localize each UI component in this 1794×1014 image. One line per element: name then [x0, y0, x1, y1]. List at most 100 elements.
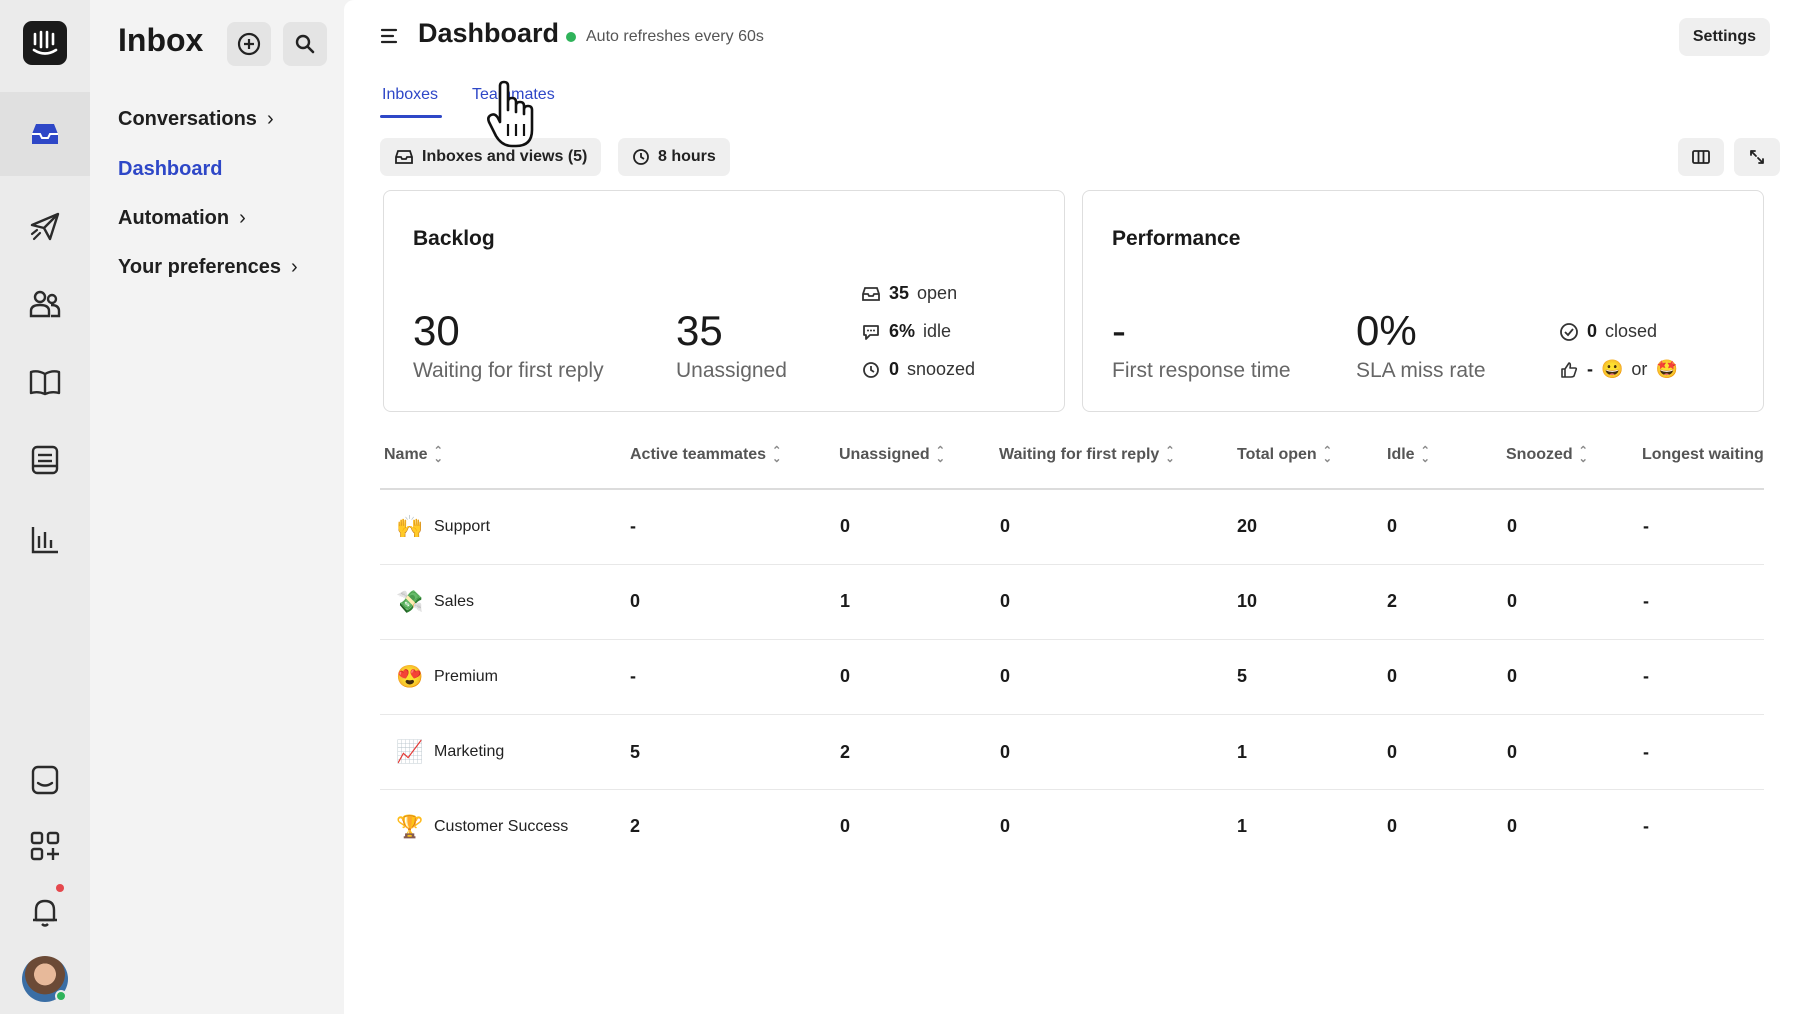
time-range-filter[interactable]: 8 hours — [618, 138, 730, 176]
notification-dot — [56, 884, 64, 892]
new-conversation-button[interactable] — [227, 22, 271, 66]
cell-longest: - — [1643, 591, 1649, 611]
table-row[interactable]: 😍 Premium — [396, 664, 498, 690]
online-status-dot — [55, 990, 67, 1002]
page-title: Dashboard — [418, 18, 560, 48]
chevron-right-icon: › — [291, 256, 298, 278]
col-header-waiting[interactable]: Waiting for first reply ⌃ ⌄ — [999, 445, 1175, 465]
search-button[interactable] — [283, 22, 327, 66]
auto-refresh-text: Auto refreshes every 60s — [586, 28, 764, 45]
performance-card: Performance - First response time 0% SLA… — [1082, 190, 1764, 412]
tab-inboxes[interactable]: Inboxes — [382, 86, 438, 104]
table-row[interactable]: 🙌 Support — [396, 514, 490, 540]
table-row[interactable]: 💸 Sales — [396, 589, 474, 615]
closed-stat: 0 closed — [1559, 321, 1657, 342]
hand-cursor-icon — [487, 80, 534, 148]
idle-label: idle — [923, 321, 952, 341]
sort-icon: ⌃ ⌄ — [1420, 445, 1430, 465]
rail-apps[interactable] — [0, 816, 90, 876]
rail-reports-list[interactable] — [0, 430, 90, 490]
table-row[interactable]: 🏆 Customer Success — [396, 814, 568, 840]
bar-chart-icon — [31, 527, 58, 554]
fullscreen-button[interactable] — [1734, 138, 1780, 176]
inbox-tray-icon — [862, 286, 880, 301]
sidebar-item-automation[interactable]: Automation › — [118, 207, 246, 230]
rail-notifications[interactable] — [0, 882, 90, 942]
col-header-idle[interactable]: Idle ⌃ ⌄ — [1387, 445, 1430, 465]
waiting-count: 30 — [413, 307, 460, 354]
inbox-sidebar: Inbox Conversations › Dashboard Automati… — [90, 0, 344, 1014]
cell-idle: 0 — [1387, 666, 1398, 686]
sort-icon: ⌃ ⌄ — [433, 445, 443, 465]
col-label: Active teammates — [630, 446, 767, 463]
people-icon — [29, 290, 61, 318]
snoozed-label: snoozed — [907, 359, 976, 379]
rail-contacts[interactable] — [0, 274, 90, 334]
sort-icon: ⌃ ⌄ — [1165, 445, 1175, 465]
sort-icon: ⌃ ⌄ — [772, 445, 782, 465]
columns-icon — [1692, 150, 1710, 164]
heart-eyes-emoji-icon: 😍 — [396, 664, 424, 689]
sort-icon: ⌃ ⌄ — [1322, 445, 1332, 465]
main-panel: Dashboard Auto refreshes every 60s Setti… — [344, 0, 1794, 1014]
cell-waiting: 0 — [1000, 816, 1011, 836]
cell-active: - — [630, 516, 636, 536]
row-name-label: Sales — [434, 593, 475, 610]
cell-waiting: 0 — [1000, 516, 1011, 536]
rail-knowledge[interactable] — [0, 352, 90, 412]
sidebar-item-preferences[interactable]: Your preferences › — [118, 256, 298, 279]
col-header-unassigned[interactable]: Unassigned ⌃ ⌄ — [839, 446, 945, 465]
chat-bubble-icon — [863, 324, 879, 340]
open-stat: 35 open — [861, 283, 957, 304]
unassigned-label: Unassigned — [676, 359, 787, 382]
paper-plane-icon — [30, 212, 60, 241]
table-row[interactable]: 📈 Marketing — [396, 739, 504, 765]
csat-stat: - 😀 or 🤩 — [1559, 359, 1678, 380]
columns-button[interactable] — [1678, 138, 1724, 176]
sort-icon: ⌃ ⌄ — [1578, 445, 1588, 465]
col-header-longest-waiting[interactable]: Longest waiting — [1642, 446, 1764, 464]
menu-icon[interactable] — [380, 26, 400, 46]
rail-reports[interactable] — [0, 510, 90, 570]
col-header-active-teammates[interactable]: Active teammates ⌃ ⌄ — [630, 445, 782, 465]
settings-button[interactable]: Settings — [1678, 18, 1770, 56]
sla-miss-label: SLA miss rate — [1356, 359, 1486, 382]
search-icon — [295, 34, 315, 54]
live-status-dot — [566, 32, 576, 42]
cell-waiting: 0 — [1000, 591, 1011, 611]
cell-snoozed: 0 — [1507, 516, 1518, 536]
row-divider — [380, 564, 1764, 565]
cell-waiting: 0 — [1000, 742, 1011, 762]
inbox-tray-icon — [395, 150, 413, 164]
cell-unassigned: 0 — [840, 816, 851, 836]
cell-snoozed: 0 — [1507, 742, 1518, 762]
messenger-icon — [31, 765, 59, 795]
col-header-name[interactable]: Name ⌃ ⌄ — [384, 445, 443, 465]
snoozed-value: 0 — [889, 359, 900, 379]
cell-waiting: 0 — [1000, 666, 1011, 686]
cell-snoozed: 0 — [1507, 591, 1518, 611]
sidebar-item-label: Automation — [118, 207, 230, 229]
chart-up-emoji-icon: 📈 — [396, 739, 424, 764]
cell-longest: - — [1643, 516, 1649, 536]
cell-total-open: 1 — [1237, 742, 1248, 762]
rail-outbound[interactable] — [0, 196, 90, 256]
plus-circle-icon — [237, 32, 261, 56]
chevron-right-icon: › — [239, 207, 246, 229]
col-header-total-open[interactable]: Total open ⌃ ⌄ — [1237, 445, 1332, 465]
sidebar-item-dashboard[interactable]: Dashboard — [118, 158, 222, 181]
sidebar-item-conversations[interactable]: Conversations › — [118, 108, 274, 131]
time-range-label: 8 hours — [658, 148, 716, 165]
cell-unassigned: 0 — [840, 666, 851, 686]
sla-miss-value: 0% — [1356, 307, 1417, 354]
cell-total-open: 20 — [1237, 516, 1258, 536]
cell-idle: 0 — [1387, 816, 1398, 836]
cell-active: 0 — [630, 591, 641, 611]
col-header-snoozed[interactable]: Snoozed ⌃ ⌄ — [1506, 445, 1588, 465]
app-logo[interactable] — [0, 0, 90, 86]
rail-messenger[interactable] — [0, 750, 90, 810]
logo-icon — [23, 21, 67, 65]
rail-inbox[interactable] — [0, 104, 90, 164]
cell-active: 5 — [630, 742, 641, 762]
closed-value: 0 — [1587, 321, 1598, 341]
